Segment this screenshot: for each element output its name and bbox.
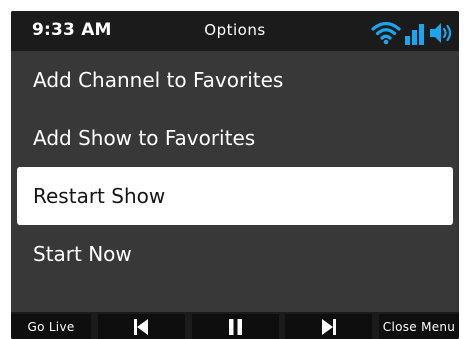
status-icons: [371, 17, 453, 45]
menu-item-add-show-to-favorites[interactable]: Add Show to Favorites: [17, 109, 453, 167]
wifi-icon: [371, 21, 401, 45]
skip-previous-button[interactable]: [97, 314, 185, 339]
volume-icon: [429, 21, 453, 45]
options-screen: 9:33 AM Options Add Channel to Favorites…: [11, 11, 459, 339]
menu-item-start-now[interactable]: Start Now: [17, 225, 453, 283]
pause-button[interactable]: [191, 314, 279, 339]
skip-next-icon: [321, 318, 336, 335]
status-bar: 9:33 AM Options: [11, 11, 459, 51]
pause-icon: [228, 318, 242, 335]
options-menu: Add Channel to Favorites Add Show to Fav…: [11, 51, 459, 283]
signal-bars-icon: [405, 23, 425, 45]
menu-item-add-channel-to-favorites[interactable]: Add Channel to Favorites: [17, 51, 453, 109]
menu-item-restart-show[interactable]: Restart Show: [17, 167, 453, 225]
close-menu-button[interactable]: Close Menu: [379, 314, 459, 339]
skip-next-button[interactable]: [285, 314, 373, 339]
skip-previous-icon: [134, 318, 149, 335]
go-live-button[interactable]: Go Live: [11, 314, 91, 339]
playback-control-bar: Go Live Close Menu: [11, 312, 459, 339]
